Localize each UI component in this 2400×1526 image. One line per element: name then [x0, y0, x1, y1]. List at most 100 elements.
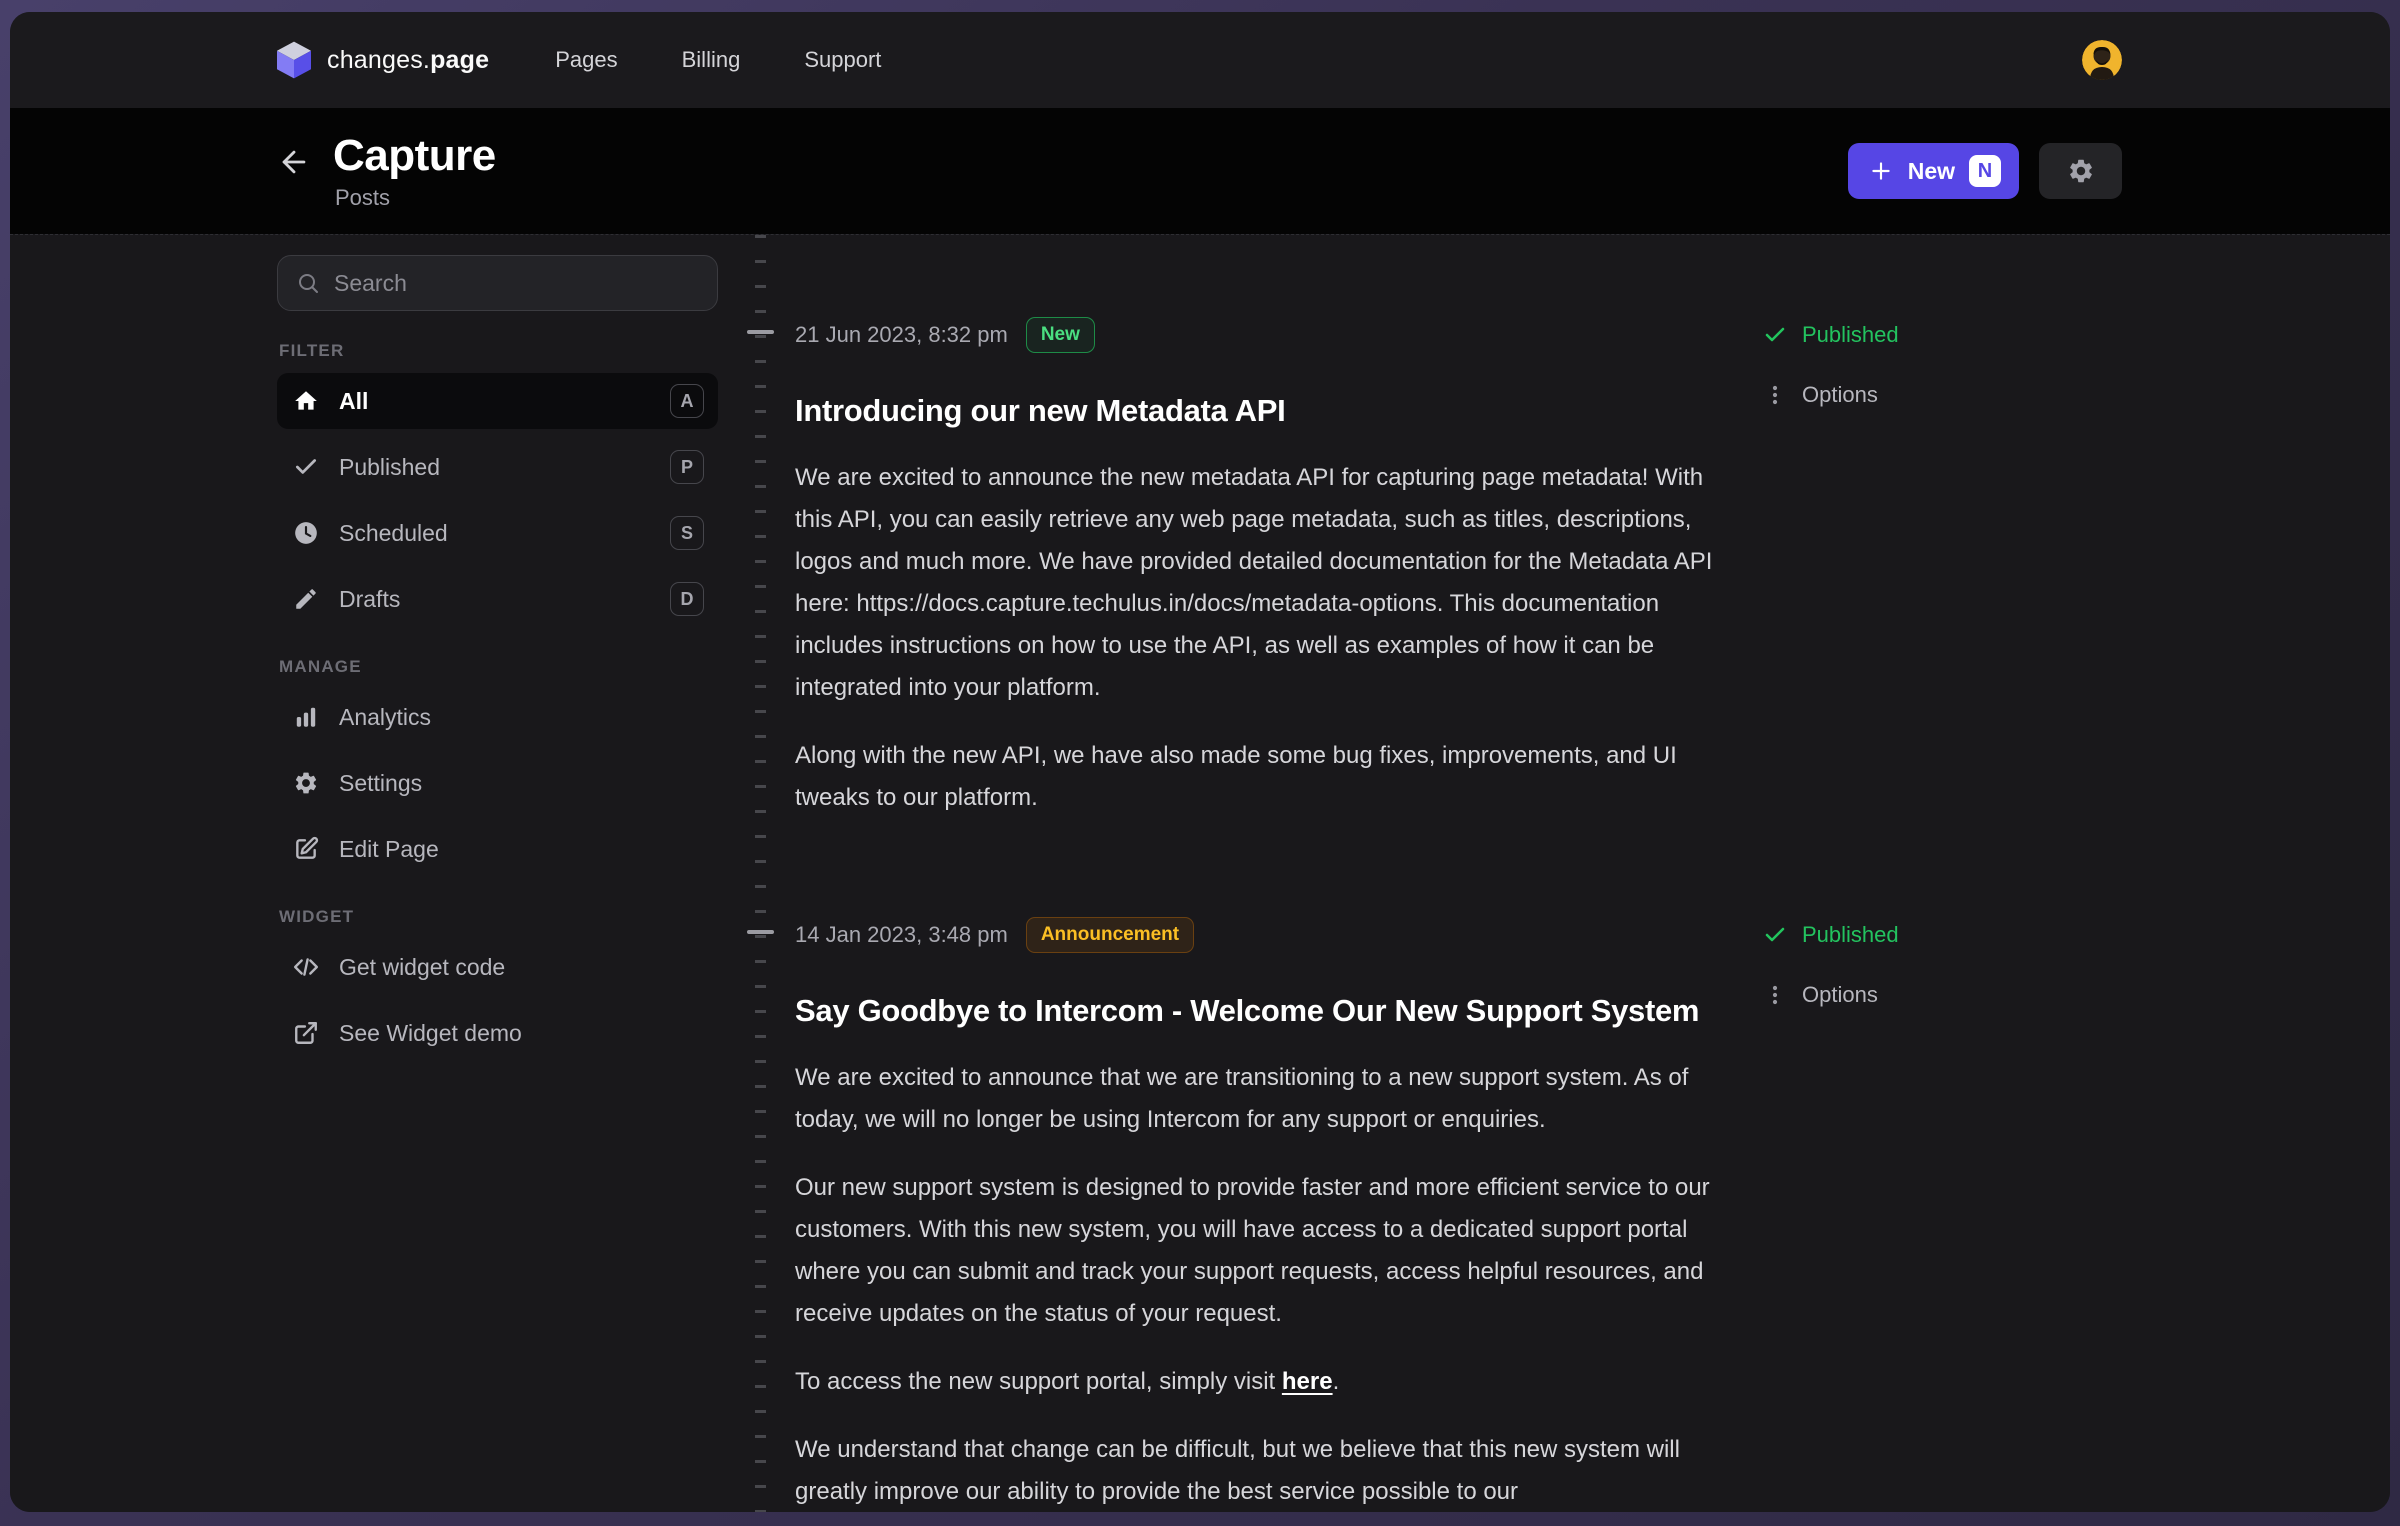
post-badge-new: New — [1026, 317, 1095, 353]
post-title: Say Goodbye to Intercom - Welcome Our Ne… — [795, 991, 1735, 1031]
post-paragraph: Along with the new API, we have also mad… — [795, 735, 1735, 819]
link-paragraph-text: To access the new support portal, simply… — [795, 1368, 1282, 1395]
sidebar-item-label: Drafts — [339, 586, 650, 613]
shortcut-badge-a: A — [670, 384, 704, 418]
timeline-dashed-line — [755, 235, 766, 1512]
home-icon — [293, 388, 319, 414]
post-item: 21 Jun 2023, 8:32 pm New Introducing our… — [795, 315, 2390, 819]
posts-feed: 21 Jun 2023, 8:32 pm New Introducing our… — [795, 235, 2390, 1512]
post-title: Introducing our new Metadata API — [795, 391, 1735, 431]
content-area: FILTER All A Published P S — [10, 234, 2390, 1512]
check-icon — [1763, 323, 1787, 347]
sidebar-item-see-widget-demo[interactable]: See Widget demo — [277, 1005, 718, 1061]
pencil-icon — [293, 586, 319, 612]
new-button-label: New — [1908, 158, 1955, 185]
post-paragraph: Our new support system is designed to pr… — [795, 1167, 1735, 1335]
options-label: Options — [1802, 982, 1878, 1008]
sidebar-item-settings[interactable]: Settings — [277, 755, 718, 811]
bar-chart-icon — [293, 704, 319, 730]
sidebar-item-label: Analytics — [339, 704, 704, 731]
sidebar-item-label: See Widget demo — [339, 1020, 704, 1047]
post-body: We are excited to announce the new metad… — [795, 457, 1735, 819]
post-date: 14 Jan 2023, 3:48 pm — [795, 922, 1008, 948]
edit-square-icon — [293, 836, 319, 862]
sidebar-item-label: Published — [339, 454, 650, 481]
shortcut-badge-s: S — [670, 516, 704, 550]
post-status: Published — [1763, 317, 1899, 353]
sidebar-item-label: Scheduled — [339, 520, 650, 547]
post-options-button[interactable]: Options — [1763, 977, 1899, 1013]
nav-links: Pages Billing Support — [555, 47, 881, 73]
sidebar-item-label: Get widget code — [339, 954, 704, 981]
page-settings-button[interactable] — [2039, 143, 2122, 199]
status-label: Published — [1802, 322, 1899, 348]
new-shortcut-badge: N — [1969, 155, 2001, 187]
sidebar-item-published[interactable]: Published P — [277, 439, 718, 495]
plus-icon — [1868, 158, 1894, 184]
page-titles: Capture Posts — [333, 131, 496, 211]
cube-logo-icon — [277, 41, 311, 79]
top-nav: changes.page Pages Billing Support — [10, 12, 2390, 108]
code-icon — [293, 954, 319, 980]
sidebar-item-label: Edit Page — [339, 836, 704, 863]
sidebar-item-get-widget-code[interactable]: Get widget code — [277, 939, 718, 995]
gear-icon — [293, 770, 319, 796]
status-label: Published — [1802, 922, 1899, 948]
sidebar-item-all[interactable]: All A — [277, 373, 718, 429]
nav-link-pages[interactable]: Pages — [555, 47, 617, 73]
page-header: Capture Posts New N — [10, 108, 2390, 234]
clock-icon — [293, 520, 319, 546]
header-actions: New N — [1848, 143, 2122, 199]
back-arrow-icon[interactable] — [277, 145, 311, 179]
nav-link-billing[interactable]: Billing — [682, 47, 741, 73]
check-icon — [293, 454, 319, 480]
page-subtitle: Posts — [335, 185, 496, 211]
post-paragraph: We are excited to announce that we are t… — [795, 1057, 1735, 1141]
sidebar-section-filter: FILTER — [279, 341, 718, 361]
avatar-image — [2082, 40, 2122, 80]
user-avatar[interactable] — [2082, 40, 2122, 80]
gear-icon — [2067, 157, 2095, 185]
check-icon — [1763, 923, 1787, 947]
brand-name: changes.page — [327, 46, 489, 75]
search-input[interactable] — [334, 270, 699, 297]
app-window: changes.page Pages Billing Support Captu… — [10, 12, 2390, 1512]
timeline-marker — [747, 330, 774, 334]
shortcut-badge-p: P — [670, 450, 704, 484]
post-item: 14 Jan 2023, 3:48 pm Announcement Say Go… — [795, 915, 2390, 1512]
dots-vertical-icon — [1763, 383, 1787, 407]
sidebar-item-label: All — [339, 388, 650, 415]
options-label: Options — [1802, 382, 1878, 408]
external-link-icon — [293, 1020, 319, 1046]
post-badge-announcement: Announcement — [1026, 917, 1194, 953]
brand-logo-link[interactable]: changes.page — [277, 41, 489, 79]
post-date: 21 Jun 2023, 8:32 pm — [795, 322, 1008, 348]
post-paragraph: We are excited to announce the new metad… — [795, 457, 1735, 709]
post-meta: Published Options — [1763, 315, 1899, 819]
link-paragraph-text: . — [1333, 1368, 1340, 1395]
post-paragraph: To access the new support portal, simply… — [795, 1361, 1735, 1403]
sidebar-item-scheduled[interactable]: Scheduled S — [277, 505, 718, 561]
page-title: Capture — [333, 131, 496, 181]
post-paragraph: We understand that change can be difficu… — [795, 1429, 1735, 1512]
new-post-button[interactable]: New N — [1848, 143, 2019, 199]
sidebar-item-analytics[interactable]: Analytics — [277, 689, 718, 745]
shortcut-badge-d: D — [670, 582, 704, 616]
post-date-row: 21 Jun 2023, 8:32 pm New — [795, 315, 1735, 355]
sidebar-item-label: Settings — [339, 770, 704, 797]
search-icon — [296, 271, 320, 295]
sidebar-item-edit-page[interactable]: Edit Page — [277, 821, 718, 877]
dots-vertical-icon — [1763, 983, 1787, 1007]
post-date-row: 14 Jan 2023, 3:48 pm Announcement — [795, 915, 1735, 955]
sidebar-section-widget: WIDGET — [279, 907, 718, 927]
post-body: We are excited to announce that we are t… — [795, 1057, 1735, 1512]
timeline-marker — [747, 930, 774, 934]
post-meta: Published Options — [1763, 915, 1899, 1512]
sidebar: FILTER All A Published P S — [277, 255, 718, 1071]
nav-link-support[interactable]: Support — [804, 47, 881, 73]
post-status: Published — [1763, 917, 1899, 953]
sidebar-item-drafts[interactable]: Drafts D — [277, 571, 718, 627]
support-portal-link[interactable]: here — [1282, 1368, 1333, 1395]
sidebar-section-manage: MANAGE — [279, 657, 718, 677]
post-options-button[interactable]: Options — [1763, 377, 1899, 413]
